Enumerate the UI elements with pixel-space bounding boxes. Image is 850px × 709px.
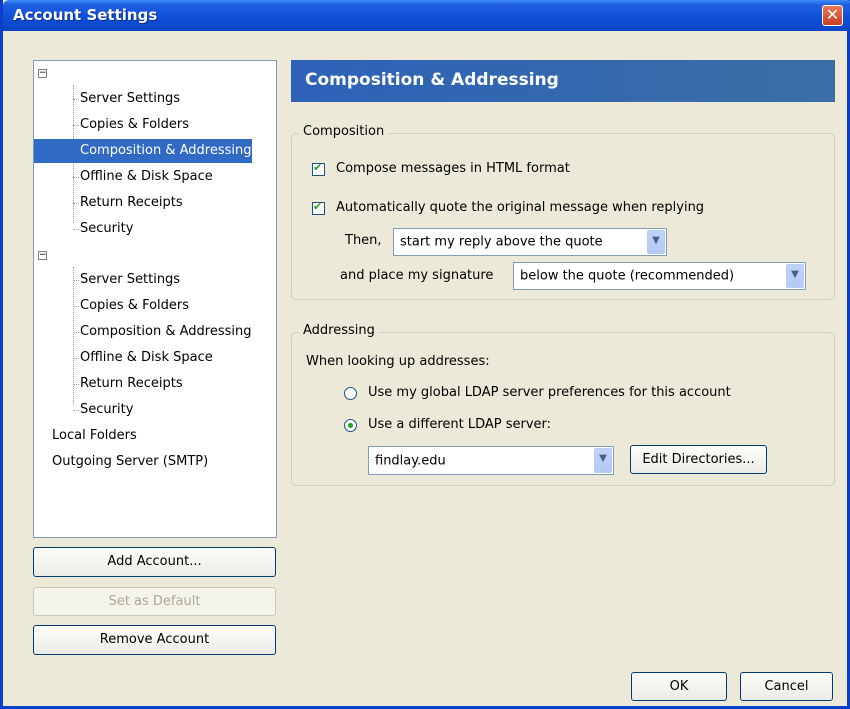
tree-item-return-receipts[interactable]: Return Receipts — [80, 191, 183, 215]
tree-item-outgoing-server[interactable]: Outgoing Server (SMTP) — [52, 450, 208, 474]
auto-quote-label[interactable]: Automatically quote the original message… — [336, 200, 704, 215]
addressing-legend: Addressing — [299, 323, 379, 338]
minus-icon[interactable]: − — [38, 69, 47, 78]
tree-guide-line — [73, 384, 79, 385]
tree-guide-line — [73, 229, 79, 230]
different-ldap-radio[interactable] — [344, 419, 357, 432]
different-ldap-label[interactable]: Use a different LDAP server: — [368, 417, 551, 432]
ok-button[interactable]: OK — [631, 672, 727, 701]
chevron-down-icon[interactable]: ▼ — [594, 448, 612, 473]
tree-item-copies-folders[interactable]: Copies & Folders — [80, 294, 189, 318]
add-account-button[interactable]: Add Account... — [33, 547, 276, 577]
tree-guide-line — [73, 125, 79, 126]
tree-item-copies-folders[interactable]: Copies & Folders — [80, 113, 189, 137]
panel-header: Composition & Addressing — [291, 60, 835, 102]
tree-item-server-settings[interactable]: Server Settings — [80, 268, 180, 292]
html-format-checkbox[interactable] — [312, 161, 325, 176]
edit-directories-button[interactable]: Edit Directories... — [630, 445, 767, 474]
tree-guide-line — [73, 332, 79, 333]
signature-position-select[interactable]: below the quote (recommended) ▼ — [513, 262, 806, 290]
ldap-server-value: findlay.edu — [375, 453, 446, 468]
global-ldap-label[interactable]: Use my global LDAP server preferences fo… — [368, 385, 731, 400]
tree-item-local-folders[interactable]: Local Folders — [52, 424, 137, 448]
tree-item-composition-addressing[interactable]: Composition & Addressing — [80, 320, 251, 344]
reply-position-value: start my reply above the quote — [400, 234, 603, 250]
tree-item-return-receipts[interactable]: Return Receipts — [80, 372, 183, 396]
chevron-down-icon[interactable]: ▼ — [647, 230, 665, 254]
remove-account-button[interactable]: Remove Account — [33, 625, 276, 655]
signature-label: and place my signature — [340, 268, 494, 283]
close-button[interactable]: ✕ — [822, 5, 843, 26]
close-icon: ✕ — [825, 5, 840, 24]
account-tree[interactable]: − Server Settings Copies & Folders Compo… — [33, 60, 277, 538]
html-format-label[interactable]: Compose messages in HTML format — [336, 161, 570, 176]
tree-item-offline-disk[interactable]: Offline & Disk Space — [80, 346, 213, 370]
tree-item-server-settings[interactable]: Server Settings — [80, 87, 180, 111]
tree-item-composition-addressing[interactable]: Composition & Addressing — [34, 139, 252, 163]
tree-guide-line — [73, 203, 79, 204]
composition-legend: Composition — [299, 124, 389, 139]
lookup-label: When looking up addresses: — [306, 354, 490, 369]
tree-guide-line — [73, 410, 79, 411]
account-settings-window: Account Settings ✕ − Server Settings Cop… — [0, 0, 850, 709]
tree-item-security[interactable]: Security — [80, 398, 133, 422]
ldap-server-select[interactable]: findlay.edu ▼ — [368, 446, 614, 475]
chevron-down-icon[interactable]: ▼ — [786, 264, 804, 288]
title-bar[interactable]: Account Settings ✕ — [3, 0, 850, 31]
tree-guide-line — [73, 177, 79, 178]
auto-quote-checkbox[interactable] — [312, 200, 325, 215]
page-title: Composition & Addressing — [305, 70, 559, 90]
tree-guide-line — [73, 358, 79, 359]
tree-guide-line — [73, 280, 79, 281]
set-default-button[interactable]: Set as Default — [33, 587, 276, 616]
signature-position-value: below the quote (recommended) — [520, 268, 735, 284]
tree-guide-line — [73, 306, 79, 307]
tree-guide-line — [73, 99, 79, 100]
cancel-button[interactable]: Cancel — [740, 672, 833, 701]
global-ldap-radio[interactable] — [344, 387, 357, 400]
window-title: Account Settings — [13, 6, 158, 24]
tree-item-security[interactable]: Security — [80, 217, 133, 241]
reply-position-select[interactable]: start my reply above the quote ▼ — [393, 228, 667, 256]
then-label: Then, — [345, 233, 382, 248]
minus-icon[interactable]: − — [38, 251, 47, 260]
tree-item-offline-disk[interactable]: Offline & Disk Space — [80, 165, 213, 189]
